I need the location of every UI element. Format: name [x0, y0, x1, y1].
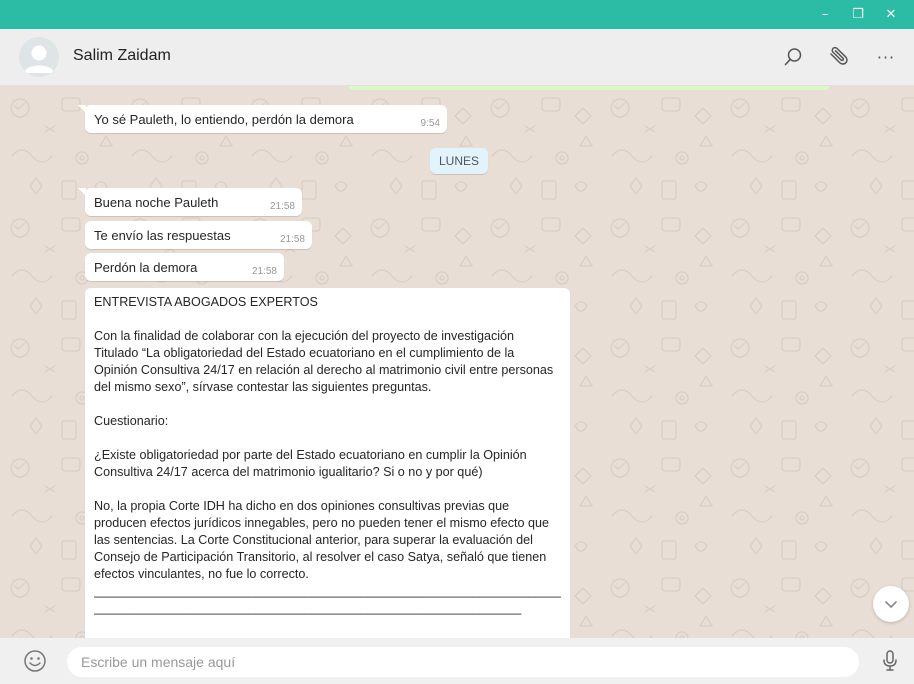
message-text: Perdón la demora: [94, 260, 198, 275]
message-time: 9:54: [420, 118, 440, 129]
message-intro: Con la finalidad de colaborar con la eje…: [94, 329, 554, 394]
chat-panel[interactable]: Yo sé Pauleth, lo entiendo, perdón la de…: [0, 86, 914, 638]
microphone-icon: [883, 650, 897, 671]
emoji-button[interactable]: [23, 649, 47, 673]
chat-header: Salim Zaidam ···: [0, 29, 914, 86]
emoji-icon: [24, 650, 46, 672]
contact-name[interactable]: Salim Zaidam: [73, 47, 171, 65]
search-icon: [784, 48, 802, 66]
message-section: Cuestionario:: [94, 414, 169, 428]
scroll-to-bottom-button[interactable]: [873, 586, 909, 622]
minimize-button[interactable]: –: [808, 0, 842, 29]
more-options-button[interactable]: ···: [872, 43, 900, 71]
message-input[interactable]: [67, 647, 859, 677]
composer-bar: [0, 638, 914, 684]
incoming-message[interactable]: Buena noche Pauleth 21:58: [78, 188, 302, 216]
long-incoming-message[interactable]: ENTREVISTA ABOGADOS EXPERTOS Con la fina…: [85, 288, 570, 638]
message-time: 21:58: [279, 234, 305, 245]
incoming-message[interactable]: Perdón la demora 21:58: [85, 253, 284, 281]
date-divider: LUNES: [430, 148, 488, 174]
incoming-message[interactable]: Te envío las respuestas 21:58: [85, 221, 312, 249]
message-text: Buena noche Pauleth: [94, 195, 219, 210]
message-rule: ________________________________________…: [94, 601, 522, 615]
message-time: 21:58: [269, 201, 295, 212]
message-text: Te envío las respuestas: [94, 228, 231, 243]
message-title: ENTREVISTA ABOGADOS EXPERTOS: [94, 295, 318, 309]
close-window-button[interactable]: ✕: [874, 0, 908, 29]
window-titlebar: – ❐ ✕: [0, 0, 914, 29]
outgoing-message-edge: [348, 86, 831, 90]
message-question: ¿Existe obligatoriedad por parte del Est…: [94, 448, 527, 479]
attach-button[interactable]: [824, 43, 852, 71]
default-avatar-icon: [24, 45, 54, 73]
voice-message-button[interactable]: [878, 649, 902, 673]
message-rule: ________________________________________…: [94, 584, 561, 598]
chevron-down-icon: [885, 601, 897, 608]
paperclip-icon: [830, 46, 848, 65]
message-text: Yo sé Pauleth, lo entiendo, perdón la de…: [94, 112, 354, 127]
message-time: 21:58: [251, 266, 277, 277]
search-button[interactable]: [779, 43, 807, 71]
incoming-message[interactable]: Yo sé Pauleth, lo entiendo, perdón la de…: [78, 105, 447, 133]
restore-button[interactable]: ❐: [841, 0, 875, 29]
contact-avatar[interactable]: [19, 37, 59, 77]
message-answer: No, la propia Corte IDH ha dicho en dos …: [94, 499, 550, 581]
